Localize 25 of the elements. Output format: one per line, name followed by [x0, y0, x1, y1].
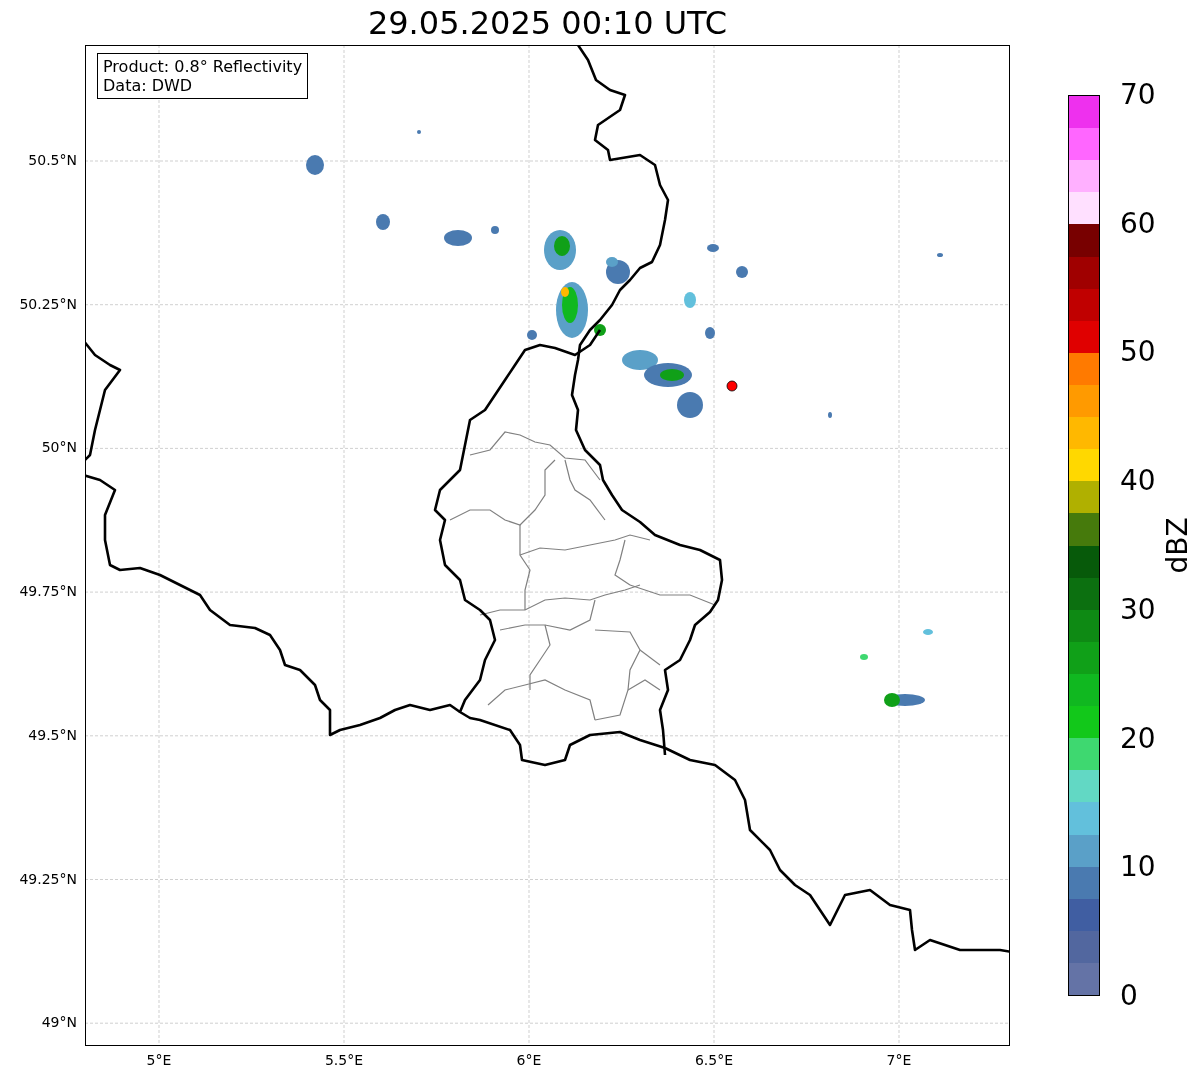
info-text: Product: 0.8° Reflectivity — [103, 57, 303, 76]
colorbar-tick-label: 50 — [1120, 335, 1156, 370]
y-tick-label: 50.5°N — [28, 152, 77, 168]
info-text: Data: DWD — [103, 76, 194, 95]
y-tick-label: 50°N — [41, 439, 77, 456]
colorbar-tick-label: 20 — [1120, 721, 1156, 756]
x-tick-label: 6.5°E — [694, 1052, 734, 1068]
y-tick-label: 50.25°N — [19, 295, 77, 312]
x-tick-label: 5.5°E — [324, 1052, 364, 1068]
colorbar-tick-label: 30 — [1120, 592, 1156, 627]
y-tick-label: 49.25°N — [19, 870, 77, 887]
y-tick-label: 49.75°N — [19, 583, 77, 600]
colorbar-tick-label: 40 — [1120, 464, 1156, 499]
x-tick-label: 6°E — [516, 1052, 542, 1068]
x-tick-label: 7°E — [886, 1052, 912, 1068]
colorbar-label: dBZ — [1160, 517, 1194, 574]
y-tick-label: 49°N — [41, 1014, 77, 1031]
x-tick-label: 5°E — [146, 1052, 172, 1068]
radar-site-marker — [726, 380, 738, 392]
colorbar-tick-label: 0 — [1120, 979, 1138, 1013]
colorbar-tick-label: 10 — [1120, 850, 1156, 885]
y-tick-label: 49.5°N — [28, 726, 77, 743]
colorbar-tick-label: 60 — [1120, 206, 1156, 241]
colorbar-tick-label: 70 — [1120, 78, 1156, 112]
chart-title: 29.05.2025 00:10 UTC — [366, 2, 729, 44]
